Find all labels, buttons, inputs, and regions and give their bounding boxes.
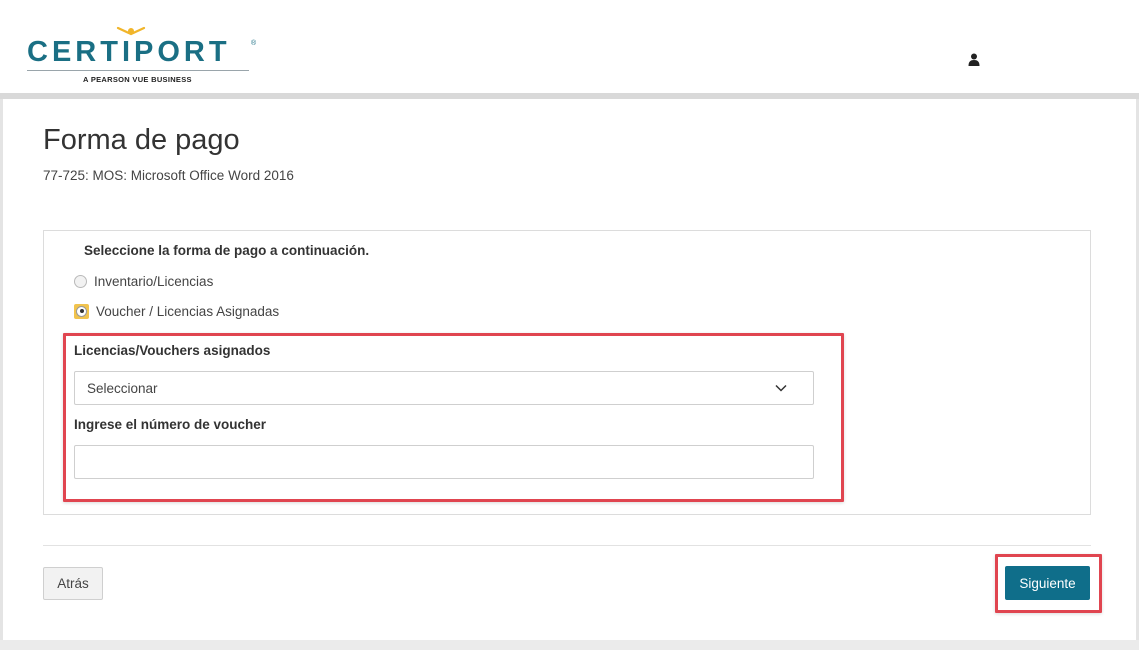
page-title: Forma de pago <box>43 124 240 156</box>
back-button[interactable]: Atrás <box>43 567 103 600</box>
payment-option-inventory[interactable]: Inventario/Licencias <box>74 272 213 290</box>
logo-divider <box>27 70 249 71</box>
radio-checked-icon[interactable] <box>74 303 89 319</box>
payment-option-voucher[interactable]: Voucher / Licencias Asignadas <box>74 302 279 320</box>
payment-option-label: Voucher / Licencias Asignadas <box>96 303 280 319</box>
left-gutter <box>0 99 3 650</box>
certiport-logo[interactable]: CERTIPORT ® A PEARSON VUE BUSINESS <box>27 26 259 86</box>
exam-name: 77-725: MOS: Microsoft Office Word 2016 <box>43 168 294 183</box>
chevron-down-icon <box>775 384 787 392</box>
logo-wordmark: CERTIPORT <box>27 36 231 68</box>
assigned-vouchers-select[interactable]: Seleccionar <box>74 371 814 405</box>
assigned-vouchers-label: Licencias/Vouchers asignados <box>74 343 271 358</box>
voucher-number-input[interactable] <box>74 445 814 479</box>
next-button[interactable]: Siguiente <box>1005 566 1090 600</box>
user-icon[interactable] <box>968 53 980 66</box>
select-value: Seleccionar <box>87 380 158 396</box>
logo-tagline: A PEARSON VUE BUSINESS <box>83 75 192 84</box>
page-header: CERTIPORT ® A PEARSON VUE BUSINESS <box>0 0 1139 93</box>
radio-unchecked-icon[interactable] <box>74 274 87 288</box>
logo-registered-mark: ® <box>251 40 257 47</box>
footer-divider <box>43 545 1091 546</box>
header-border <box>0 93 1139 99</box>
voucher-number-label: Ingrese el número de voucher <box>74 417 267 432</box>
payment-heading: Seleccione la forma de pago a continuaci… <box>84 243 370 258</box>
bottom-border <box>0 640 1139 650</box>
payment-option-label: Inventario/Licencias <box>94 273 214 289</box>
